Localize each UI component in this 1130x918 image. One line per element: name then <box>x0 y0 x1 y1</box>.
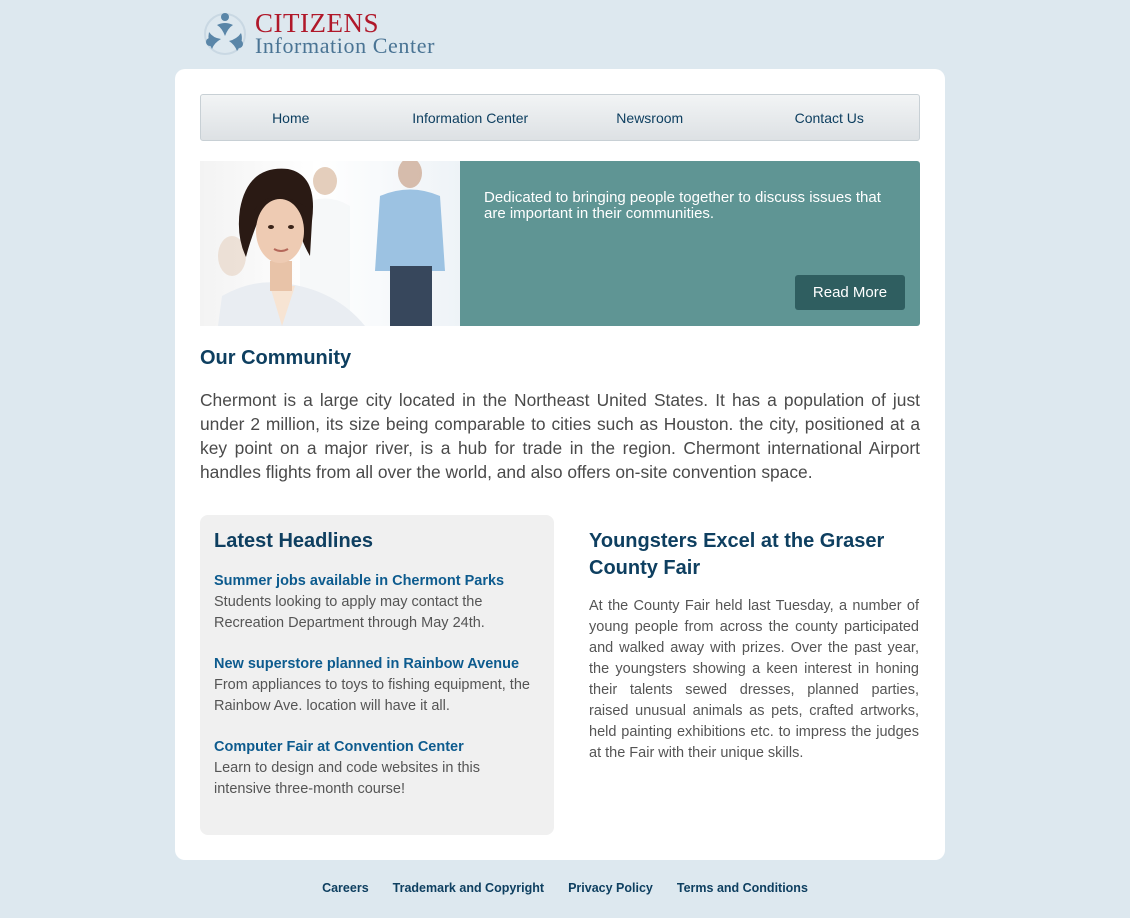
headline-link[interactable]: New superstore planned in Rainbow Avenue <box>214 654 540 675</box>
logo-subtitle: Information Center <box>255 33 436 58</box>
headline-summary: Learn to design and code websites in thi… <box>214 760 481 797</box>
hero-text: Dedicated to bringing people together to… <box>484 189 881 222</box>
community-title: Our Community <box>200 347 352 369</box>
headline-item: Summer jobs available in Chermont Parks … <box>214 571 540 634</box>
headline-item: Computer Fair at Convention Center Learn… <box>214 737 540 800</box>
read-more-button[interactable]: Read More <box>795 275 905 310</box>
headline-summary: From appliances to toys to fishing equip… <box>214 677 530 714</box>
nav-home[interactable]: Home <box>201 95 381 140</box>
footer-links: Careers Trademark and Copyright Privacy … <box>0 881 1130 901</box>
latest-headlines-panel: Latest Headlines Summer jobs available i… <box>200 515 554 835</box>
nav-information-center[interactable]: Information Center <box>381 95 561 140</box>
headlines-title: Latest Headlines <box>214 530 373 552</box>
headline-link[interactable]: Computer Fair at Convention Center <box>214 737 540 758</box>
footer-link-terms[interactable]: Terms and Conditions <box>677 881 808 901</box>
footer-link-careers[interactable]: Careers <box>322 881 369 901</box>
headline-item: New superstore planned in Rainbow Avenue… <box>214 654 540 717</box>
main-nav: Home Information Center Newsroom Contact… <box>200 94 920 141</box>
main-card: Home Information Center Newsroom Contact… <box>175 69 945 860</box>
footer-link-privacy[interactable]: Privacy Policy <box>568 881 653 901</box>
headline-summary: Students looking to apply may contact th… <box>214 594 485 631</box>
community-text: Chermont is a large city located in the … <box>200 390 920 482</box>
feature-text: At the County Fair held last Tuesday, a … <box>589 598 919 761</box>
nav-contact-us[interactable]: Contact Us <box>740 95 920 140</box>
hero-message-box: Dedicated to bringing people together to… <box>460 161 920 326</box>
hero-banner: Dedicated to bringing people together to… <box>200 161 920 326</box>
people-circle-logo-icon <box>204 13 246 55</box>
site-logo[interactable]: CITIZENS Information Center <box>199 8 439 62</box>
headline-link[interactable]: Summer jobs available in Chermont Parks <box>214 571 540 592</box>
nav-newsroom[interactable]: Newsroom <box>560 95 740 140</box>
footer-link-trademark[interactable]: Trademark and Copyright <box>393 881 544 901</box>
feature-article: Youngsters Excel at the Graser County Fa… <box>589 528 919 764</box>
feature-title: Youngsters Excel at the Graser County Fa… <box>589 530 885 579</box>
hero-photo <box>200 161 460 326</box>
